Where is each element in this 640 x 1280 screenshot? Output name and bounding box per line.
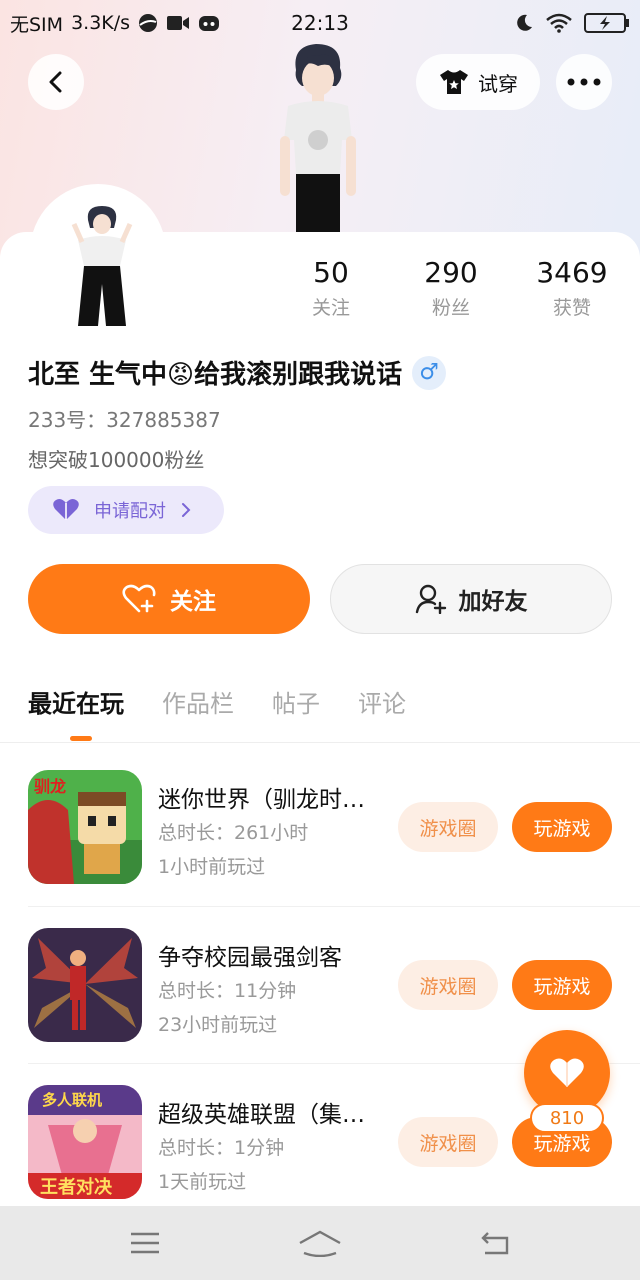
game-thumbnail <box>28 928 142 1042</box>
avatar-3d-figure <box>280 44 356 232</box>
chevron-right-icon <box>182 503 191 517</box>
video-icon <box>166 14 190 32</box>
svg-text:驯龙: 驯龙 <box>34 777 66 796</box>
user-nickname: 北至 生气中😡给我滚别跟我说话 ♂ <box>28 354 447 391</box>
back-icon <box>49 71 62 93</box>
try-on-button[interactable]: 试穿 <box>416 54 540 110</box>
home-icon[interactable] <box>298 1229 342 1257</box>
game-title: 迷你世界（驯龙时… <box>158 787 365 813</box>
add-friend-label: 加好友 <box>458 589 528 615</box>
stat-likes[interactable]: 3469 获赞 <box>512 256 632 320</box>
carrier-text: 无SIM <box>10 13 64 36</box>
game-duration: 总时长：1分钟 <box>158 1137 285 1159</box>
user-id: 233号：327885387 <box>28 408 221 432</box>
game-last-played: 23小时前玩过 <box>158 1014 278 1036</box>
tab-posts[interactable]: 帖子 <box>272 684 320 733</box>
game-thumbnail: 多人联机 王者对决 <box>28 1085 142 1199</box>
tab-comments[interactable]: 评论 <box>358 684 406 733</box>
user-bio: 想突破100000粉丝 <box>28 448 205 472</box>
follow-label: 关注 <box>170 589 216 615</box>
play-game-button[interactable]: 玩游戏 <box>512 960 612 1010</box>
like-count-badge: 810 <box>530 1103 604 1133</box>
pair-label: 申请配对 <box>94 501 166 522</box>
svg-text:多人联机: 多人联机 <box>42 1091 102 1109</box>
game-duration: 总时长：261小时 <box>158 822 309 844</box>
heart-plus-icon <box>122 584 156 613</box>
stat-value: 50 <box>313 256 349 289</box>
more-button[interactable] <box>556 54 612 110</box>
stat-label: 获赞 <box>552 297 591 319</box>
stat-following[interactable]: 50 关注 <box>271 256 391 320</box>
stat-value: 3469 <box>536 256 608 289</box>
shirt-icon <box>440 70 468 94</box>
game-circle-button[interactable]: 游戏圈 <box>398 960 498 1010</box>
tab-recently-played[interactable]: 最近在玩 <box>28 684 124 733</box>
divider <box>28 906 640 907</box>
follow-button[interactable]: 关注 <box>28 564 310 634</box>
active-tab-indicator <box>70 736 92 741</box>
stat-label: 粉丝 <box>431 297 470 319</box>
network-speed: 3.3K/s <box>71 12 131 34</box>
back-nav-icon[interactable] <box>479 1230 511 1256</box>
ball-icon <box>138 13 158 33</box>
gender-male-icon: ♂ <box>412 355 447 390</box>
game-last-played: 1小时前玩过 <box>158 856 266 878</box>
game-last-played: 1天前玩过 <box>158 1171 247 1193</box>
game-list-item[interactable]: 驯龙 迷你世界（驯龙时… 总时长：261小时 1小时前玩过 游戏圈 玩游戏 <box>0 770 640 926</box>
stat-value: 290 <box>424 256 478 289</box>
system-nav-bar <box>0 1206 640 1280</box>
game-duration: 总时长：11分钟 <box>158 980 297 1002</box>
app-notification-icon <box>198 13 220 33</box>
divider <box>0 742 640 743</box>
svg-text:王者对决: 王者对决 <box>40 1176 113 1197</box>
battery-icon <box>584 12 630 34</box>
tab-works[interactable]: 作品栏 <box>162 684 234 733</box>
moon-icon <box>514 13 534 33</box>
profile-stats: 50 关注 290 粉丝 3469 获赞 <box>0 256 640 326</box>
game-circle-button[interactable]: 游戏圈 <box>398 1117 498 1167</box>
game-title: 争夺校园最强剑客 <box>158 945 342 971</box>
add-friend-button[interactable]: 加好友 <box>330 564 612 634</box>
stat-label: 关注 <box>311 297 350 319</box>
stat-fans[interactable]: 290 粉丝 <box>391 256 511 320</box>
game-circle-button[interactable]: 游戏圈 <box>398 802 498 852</box>
add-user-icon <box>415 584 446 614</box>
request-pair-button[interactable]: 申请配对 <box>28 486 224 534</box>
heart-icon <box>550 1058 584 1087</box>
game-thumbnail: 驯龙 <box>28 770 142 884</box>
back-button[interactable] <box>28 54 84 110</box>
game-title: 超级英雄联盟（集… <box>158 1102 365 1128</box>
heart-pair-icon <box>53 499 79 520</box>
profile-tabs: 最近在玩 作品栏 帖子 评论 <box>28 684 406 733</box>
nickname-text: 北至 生气中😡给我滚别跟我说话 <box>28 360 403 390</box>
play-game-button[interactable]: 玩游戏 <box>512 802 612 852</box>
try-on-label: 试穿 <box>478 71 518 96</box>
more-icon <box>567 78 601 86</box>
menu-icon[interactable] <box>129 1231 161 1255</box>
wifi-icon <box>546 13 572 33</box>
